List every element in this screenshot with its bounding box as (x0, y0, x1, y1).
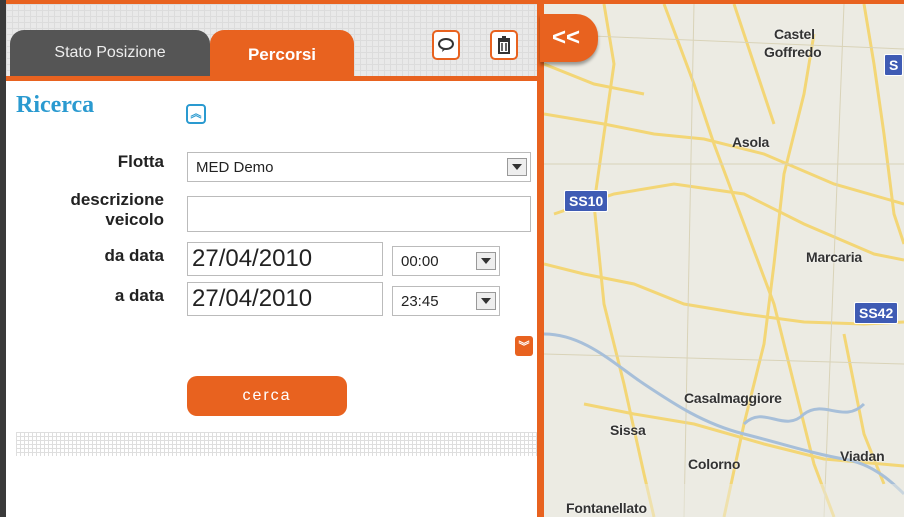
results-placeholder (16, 432, 537, 456)
map-view[interactable]: Castel Goffredo Asola Marcaria Casalmagg… (544, 4, 904, 517)
descrizione-veicolo-input[interactable] (187, 196, 531, 232)
comment-button[interactable] (432, 30, 460, 60)
tab-underline (6, 76, 537, 81)
da-time-value: 00:00 (401, 252, 439, 270)
panel-border (537, 4, 544, 517)
double-chevron-up-icon: ︽ (190, 108, 202, 120)
da-data-input[interactable]: 27/04/2010 (187, 242, 383, 276)
label-line: veicolo (105, 210, 164, 229)
double-chevron-left-icon: << (551, 24, 581, 51)
chevron-down-icon (476, 292, 496, 310)
map-place-label: Castel (774, 26, 815, 42)
collapse-section-button[interactable]: ︽ (186, 104, 206, 124)
map-place-label: Casalmaggiore (684, 390, 782, 406)
chevron-down-icon (476, 252, 496, 270)
delete-button[interactable] (490, 30, 518, 60)
a-data-label: a data (114, 286, 164, 305)
tab-percorsi[interactable]: Percorsi (210, 30, 354, 80)
map-place-label: Viadan (840, 448, 885, 464)
map-place-label: Fontanellato (566, 500, 647, 516)
tab-label: Stato Posizione (54, 44, 166, 61)
flotta-value: MED Demo (196, 158, 274, 176)
da-data-label: da data (104, 246, 164, 265)
tab-stato-posizione[interactable]: Stato Posizione (10, 30, 210, 76)
road-shield: SS42 (854, 302, 899, 324)
map-place-label: Colorno (688, 456, 741, 472)
road-shield: S (884, 54, 904, 76)
label-line: descrizione (70, 190, 164, 209)
search-section-title: Ricerca (16, 92, 95, 118)
expand-options-button[interactable]: ︾ (515, 336, 533, 356)
chevron-down-icon (507, 158, 527, 176)
double-chevron-down-icon: ︾ (518, 341, 530, 353)
a-time-select[interactable]: 23:45 (392, 286, 500, 316)
tab-label: Percorsi (247, 45, 317, 64)
map-place-label: Asola (732, 134, 770, 150)
flotta-select[interactable]: MED Demo (187, 152, 531, 182)
flotta-label: Flotta (117, 152, 164, 171)
a-data-input[interactable]: 27/04/2010 (187, 282, 383, 316)
map-place-label: Sissa (610, 422, 646, 438)
trash-icon (498, 36, 510, 54)
map-place-label: Marcaria (806, 249, 862, 265)
road-shield: SS10 (564, 190, 609, 212)
speech-bubble-icon (438, 38, 454, 52)
collapse-panel-button[interactable]: << (540, 14, 598, 62)
da-time-select[interactable]: 00:00 (392, 246, 500, 276)
search-button[interactable]: cerca (187, 376, 347, 416)
route-panel: Stato Posizione Percorsi Ricerca ︽ Flott… (6, 4, 544, 517)
map-place-label: Goffredo (764, 44, 822, 60)
a-time-value: 23:45 (401, 292, 439, 310)
descrizione-veicolo-label: descrizione veicolo (26, 190, 164, 230)
